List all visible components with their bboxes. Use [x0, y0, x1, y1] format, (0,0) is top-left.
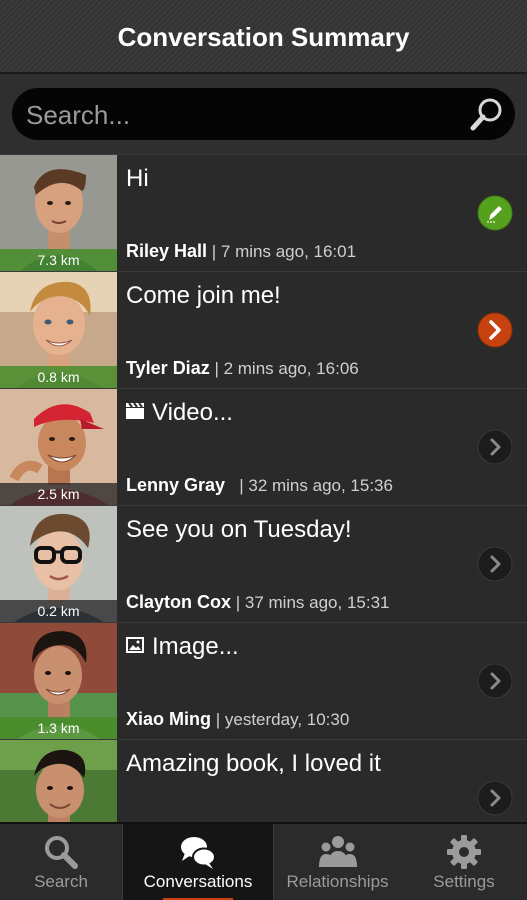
conversation-list: 7.3 km Hi Riley Hall | 7 mins ago, 16:01: [0, 154, 527, 822]
contact-name: Xiao Ming: [126, 709, 211, 729]
message-preview: Video...: [126, 399, 467, 427]
message-time: | 32 mins ago, 15:36: [229, 476, 393, 495]
tab-settings[interactable]: Settings: [401, 824, 527, 900]
avatar[interactable]: 2.5 km: [0, 389, 117, 505]
message-text: Image...: [152, 633, 239, 660]
message-preview: Come join me!: [126, 282, 467, 310]
search-box[interactable]: [12, 88, 515, 140]
page-title: Conversation Summary: [117, 22, 410, 52]
message-time: | 37 mins ago, 15:31: [235, 593, 390, 612]
message-time: | yesterday, 10:30: [215, 710, 350, 729]
message-text: Video...: [152, 399, 233, 426]
chevron-right-icon[interactable]: [477, 312, 513, 348]
search-area: [0, 74, 527, 154]
tab-search[interactable]: Search: [0, 824, 122, 900]
contact-name: Lenny Gray: [126, 475, 226, 495]
image-icon: [126, 636, 144, 653]
message-meta: Tyler Diaz | 2 mins ago, 16:06: [126, 358, 359, 379]
message-meta: Riley Hall | 7 mins ago, 16:01: [126, 241, 356, 262]
message-time: | 2 mins ago, 16:06: [214, 359, 359, 378]
message-meta: Clayton Cox | 37 mins ago, 15:31: [126, 592, 390, 613]
contact-name: Clayton Cox: [126, 592, 232, 612]
distance-label: 0.8 km: [0, 366, 117, 388]
avatar[interactable]: 7.3 km: [0, 155, 117, 271]
search-input[interactable]: [24, 96, 458, 134]
message-text: Come join me!: [126, 282, 281, 309]
edit-icon[interactable]: [477, 195, 513, 231]
chat-bubbles-icon: [181, 837, 216, 869]
tab-label: Relationships: [286, 872, 389, 891]
message-meta: Xiao Ming | yesterday, 10:30: [126, 709, 349, 730]
contact-name: Tyler Diaz: [126, 358, 210, 378]
app-root: Conversation Summary Search... 7.3 km Hi…: [0, 0, 527, 900]
conversation-row[interactable]: Amazing book, I loved it: [0, 739, 527, 822]
bottom-tab-bar: Search Conversations Relationships Setti…: [0, 822, 527, 900]
chevron-right-icon[interactable]: [477, 663, 513, 699]
conversation-row[interactable]: 2.5 km Video... Lenny Gray | 32 mins ago…: [0, 388, 527, 505]
people-icon: [318, 836, 357, 867]
distance-label: 1.3 km: [0, 717, 117, 739]
avatar[interactable]: 0.2 km: [0, 506, 117, 622]
search-icon: [45, 836, 78, 869]
tab-conversations[interactable]: Conversations: [122, 824, 274, 900]
header-bar: Conversation Summary: [0, 0, 527, 74]
tab-label: Settings: [433, 872, 495, 891]
message-preview: Amazing book, I loved it: [126, 750, 467, 778]
conversation-row[interactable]: 0.8 km Come join me! Tyler Diaz | 2 mins…: [0, 271, 527, 388]
gear-icon: [447, 835, 481, 869]
distance-label: 0.2 km: [0, 600, 117, 622]
message-text: Hi: [126, 165, 149, 192]
tab-relationships[interactable]: Relationships: [274, 824, 401, 900]
tab-label: Search: [34, 872, 88, 891]
chevron-right-icon[interactable]: [477, 429, 513, 465]
chevron-right-icon[interactable]: [477, 780, 513, 816]
avatar[interactable]: [0, 740, 117, 822]
contact-name: Riley Hall: [126, 241, 208, 261]
message-time: | 7 mins ago, 16:01: [211, 242, 357, 261]
message-text: See you on Tuesday!: [126, 516, 352, 543]
avatar[interactable]: 1.3 km: [0, 623, 117, 739]
distance-label: 2.5 km: [0, 483, 117, 505]
chevron-right-icon[interactable]: [477, 546, 513, 582]
message-text: Amazing book, I loved it: [126, 750, 381, 777]
video-icon: [126, 402, 144, 419]
avatar[interactable]: 0.8 km: [0, 272, 117, 388]
message-preview: Hi: [126, 165, 467, 193]
distance-label: 7.3 km: [0, 249, 117, 271]
conversation-row[interactable]: 1.3 km Image... Xiao Ming | yesterday, 1…: [0, 622, 527, 739]
conversation-row[interactable]: 7.3 km Hi Riley Hall | 7 mins ago, 16:01: [0, 154, 527, 271]
conversation-row[interactable]: 0.2 km See you on Tuesday! Clayton Cox |…: [0, 505, 527, 622]
message-preview: See you on Tuesday!: [126, 516, 467, 544]
message-preview: Image...: [126, 633, 467, 661]
search-icon[interactable]: [469, 96, 505, 132]
message-meta: Lenny Gray | 32 mins ago, 15:36: [126, 475, 393, 496]
tab-label: Conversations: [143, 872, 253, 891]
